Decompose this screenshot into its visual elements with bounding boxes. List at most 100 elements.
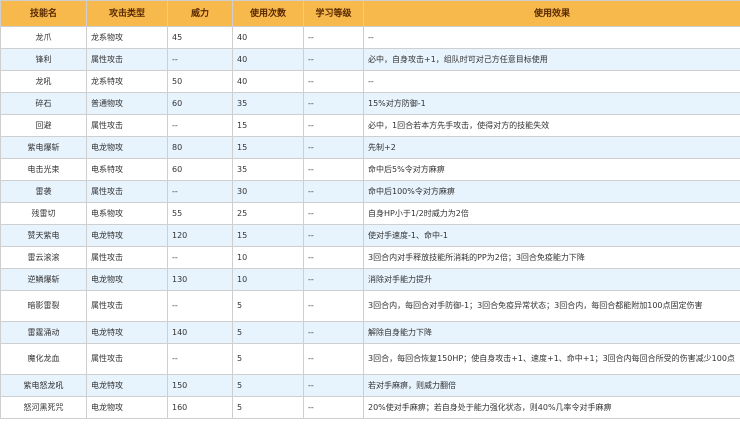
power-cell: 160 — [167, 396, 233, 419]
uses-cell: 40 — [232, 70, 304, 93]
uses-cell: 15 — [232, 224, 304, 247]
power-cell: -- — [167, 343, 233, 375]
attack-type-cell: 电龙特攻 — [86, 321, 168, 344]
attack-type-cell: 属性攻击 — [86, 246, 168, 269]
uses-cell: 5 — [232, 343, 304, 375]
skill-name-cell: 怒河黑死咒 — [0, 396, 87, 419]
learn-level-cell: -- — [303, 158, 364, 181]
skill-name-cell: 碎石 — [0, 92, 87, 115]
learn-level-cell: -- — [303, 246, 364, 269]
attack-type-cell: 普通物攻 — [86, 92, 168, 115]
learn-level-cell: -- — [303, 343, 364, 375]
effect-cell: 命中后5%令对方麻痹 — [363, 158, 740, 181]
skill-name-cell: 龙吼 — [0, 70, 87, 93]
header-skill-name: 技能名 — [0, 0, 87, 27]
learn-level-cell: -- — [303, 26, 364, 49]
header-uses: 使用次数 — [232, 0, 304, 27]
learn-level-cell: -- — [303, 48, 364, 71]
learn-level-cell: -- — [303, 136, 364, 159]
power-cell: 50 — [167, 70, 233, 93]
table-header-row: 技能名 攻击类型 威力 使用次数 学习等级 使用效果 — [0, 0, 740, 27]
attack-type-cell: 电龙物攻 — [86, 396, 168, 419]
table-row: 回避 属性攻击 -- 15 -- 必中，1回合若本方先手攻击，使得对方的技能失效 — [0, 114, 740, 137]
table-row: 龙爪 龙系物攻 45 40 -- -- — [0, 26, 740, 49]
effect-cell: -- — [363, 26, 740, 49]
skill-name-cell: 雷霆涌动 — [0, 321, 87, 344]
skill-name-cell: 雷云滚滚 — [0, 246, 87, 269]
table-row: 怒河黑死咒 电龙物攻 160 5 -- 20%使对手麻痹；若自身处于能力强化状态，则40%… — [0, 396, 740, 419]
uses-cell: 15 — [232, 136, 304, 159]
effect-cell: 先制+2 — [363, 136, 740, 159]
table-row: 逆鳞爆斩 电龙物攻 130 10 -- 消除对手能力提升 — [0, 268, 740, 291]
power-cell: 150 — [167, 374, 233, 397]
effect-cell: 20%使对手麻痹；若自身处于能力强化状态，则40%几率令对手麻痹 — [363, 396, 740, 419]
effect-cell: 3回合内对手释放技能所消耗的PP为2倍；3回合免疫能力下降 — [363, 246, 740, 269]
table-row: 雷袭 属性攻击 -- 30 -- 命中后100%令对方麻痹 — [0, 180, 740, 203]
power-cell: -- — [167, 246, 233, 269]
attack-type-cell: 电龙特攻 — [86, 374, 168, 397]
attack-type-cell: 电系物攻 — [86, 202, 168, 225]
skill-name-cell: 紫电怒龙吼 — [0, 374, 87, 397]
table-row: 雷霆涌动 电龙特攻 140 5 -- 解除自身能力下降 — [0, 321, 740, 344]
power-cell: -- — [167, 290, 233, 322]
uses-cell: 5 — [232, 321, 304, 344]
power-cell: -- — [167, 180, 233, 203]
header-learn-level: 学习等级 — [303, 0, 364, 27]
uses-cell: 40 — [232, 26, 304, 49]
skill-name-cell: 赞天紫电 — [0, 224, 87, 247]
skill-name-cell: 锋利 — [0, 48, 87, 71]
skill-name-cell: 残雷切 — [0, 202, 87, 225]
uses-cell: 5 — [232, 396, 304, 419]
power-cell: 55 — [167, 202, 233, 225]
power-cell: 120 — [167, 224, 233, 247]
table-row: 紫电怒龙吼 电龙特攻 150 5 -- 若对手麻痹，则威力翻倍 — [0, 374, 740, 397]
header-effect: 使用效果 — [363, 0, 740, 27]
uses-cell: 35 — [232, 92, 304, 115]
uses-cell: 5 — [232, 290, 304, 322]
uses-cell: 5 — [232, 374, 304, 397]
uses-cell: 10 — [232, 268, 304, 291]
effect-cell: 必中，自身攻击+1，组队时可对己方任意目标使用 — [363, 48, 740, 71]
attack-type-cell: 属性攻击 — [86, 290, 168, 322]
power-cell: 45 — [167, 26, 233, 49]
attack-type-cell: 龙系特攻 — [86, 70, 168, 93]
table-body: 龙爪 龙系物攻 45 40 -- -- 锋利 属性攻击 -- 40 -- 必中，自身攻击+1，组队时可… — [0, 26, 740, 419]
attack-type-cell: 属性攻击 — [86, 343, 168, 375]
table-row: 赞天紫电 电龙特攻 120 15 -- 使对手速度-1、命中-1 — [0, 224, 740, 247]
header-power: 威力 — [167, 0, 233, 27]
learn-level-cell: -- — [303, 202, 364, 225]
uses-cell: 40 — [232, 48, 304, 71]
skill-name-cell: 紫电爆斩 — [0, 136, 87, 159]
table-row: 魔化龙血 属性攻击 -- 5 -- 3回合，每回合恢复150HP；使自身攻击+1、速度+1… — [0, 343, 740, 375]
attack-type-cell: 属性攻击 — [86, 180, 168, 203]
power-cell: 140 — [167, 321, 233, 344]
attack-type-cell: 电龙特攻 — [86, 224, 168, 247]
learn-level-cell: -- — [303, 268, 364, 291]
learn-level-cell: -- — [303, 374, 364, 397]
table-row: 残雷切 电系物攻 55 25 -- 自身HP小于1/2时威力为2倍 — [0, 202, 740, 225]
effect-cell: 命中后100%令对方麻痹 — [363, 180, 740, 203]
effect-cell: 必中，1回合若本方先手攻击，使得对方的技能失效 — [363, 114, 740, 137]
effect-cell: 15%对方防御-1 — [363, 92, 740, 115]
attack-type-cell: 电龙物攻 — [86, 136, 168, 159]
effect-cell: 3回合，每回合恢复150HP；使自身攻击+1、速度+1、命中+1；3回合内每回合… — [363, 343, 740, 375]
uses-cell: 30 — [232, 180, 304, 203]
table-row: 龙吼 龙系特攻 50 40 -- -- — [0, 70, 740, 93]
table-row: 暗影雷裂 属性攻击 -- 5 -- 3回合内，每回合对手防御-1；3回合免疫异常状态；3回… — [0, 290, 740, 322]
attack-type-cell: 龙系物攻 — [86, 26, 168, 49]
uses-cell: 35 — [232, 158, 304, 181]
learn-level-cell: -- — [303, 224, 364, 247]
effect-cell: 自身HP小于1/2时威力为2倍 — [363, 202, 740, 225]
skill-name-cell: 电击光束 — [0, 158, 87, 181]
learn-level-cell: -- — [303, 70, 364, 93]
effect-cell: 若对手麻痹，则威力翻倍 — [363, 374, 740, 397]
effect-cell: 使对手速度-1、命中-1 — [363, 224, 740, 247]
power-cell: 60 — [167, 158, 233, 181]
skill-name-cell: 雷袭 — [0, 180, 87, 203]
power-cell: 130 — [167, 268, 233, 291]
uses-cell: 10 — [232, 246, 304, 269]
learn-level-cell: -- — [303, 321, 364, 344]
effect-cell: 解除自身能力下降 — [363, 321, 740, 344]
power-cell: -- — [167, 114, 233, 137]
power-cell: 80 — [167, 136, 233, 159]
